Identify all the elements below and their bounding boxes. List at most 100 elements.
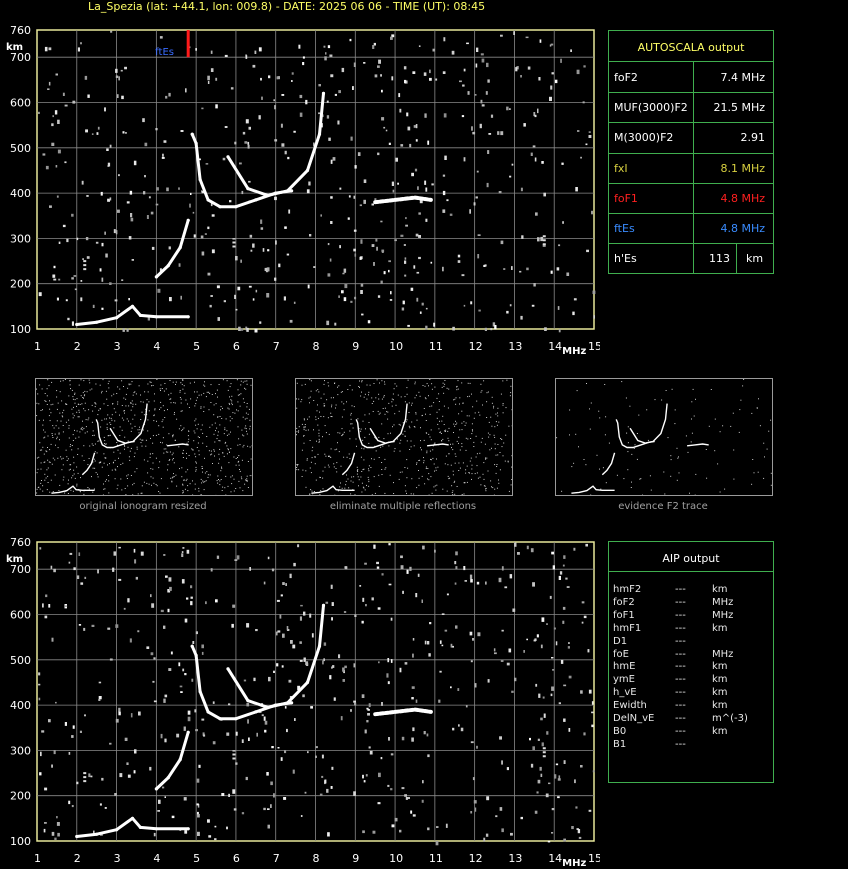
thumb-speck — [194, 488, 196, 490]
thumb-speck — [188, 455, 190, 456]
thumb-speck — [72, 398, 74, 400]
noise-speck — [190, 192, 192, 195]
thumb-speck — [452, 470, 454, 472]
thumb-speck — [147, 430, 149, 432]
autoscala-value: 4.8 MHz — [720, 191, 765, 205]
thumb-speck — [140, 442, 142, 444]
thumb-speck — [214, 441, 216, 443]
thumb-speck — [54, 433, 56, 435]
thumb-speck — [43, 419, 44, 421]
noise-speck — [558, 575, 561, 580]
thumb-speck — [764, 456, 765, 458]
thumb-speck — [328, 466, 330, 468]
thumb-speck — [239, 405, 241, 407]
thumb-speck — [106, 428, 108, 430]
noise-speck — [274, 105, 276, 110]
thumb-speck — [130, 383, 132, 385]
thumb-speck — [406, 419, 408, 421]
noise-speck — [539, 39, 542, 43]
noise-speck — [411, 697, 414, 700]
noise-speck — [190, 596, 193, 599]
noise-speck — [299, 94, 303, 99]
thumb-speck — [92, 430, 94, 432]
thumb-speck — [500, 438, 502, 439]
thumb-speck — [123, 410, 125, 412]
thumb-speck — [168, 433, 170, 435]
trace-point — [266, 705, 270, 709]
thumb-speck — [423, 462, 425, 464]
thumb-speck — [318, 438, 320, 440]
thumb-speck — [406, 459, 408, 461]
thumb-speck — [439, 420, 440, 422]
thumb-speck — [500, 393, 502, 395]
noise-speck — [443, 37, 446, 42]
thumb-speck — [380, 446, 382, 448]
thumb-speck — [36, 492, 38, 494]
thumb-speck — [121, 417, 123, 419]
thumb-speck — [97, 476, 99, 478]
thumb-speck — [310, 390, 312, 392]
thumb-speck — [209, 474, 211, 476]
thumb-speck — [76, 430, 78, 432]
noise-speck — [506, 767, 509, 771]
thumb-speck — [152, 385, 154, 386]
autoscala-col-divider — [693, 62, 694, 93]
noise-speck — [215, 599, 218, 603]
noise-speck — [388, 269, 390, 273]
thumb-speck — [193, 440, 195, 442]
noise-speck — [97, 126, 100, 130]
thumb-speck — [442, 438, 444, 440]
thumb-speck — [84, 390, 86, 392]
noise-speck — [376, 561, 379, 565]
thumb-speck — [445, 455, 447, 457]
thumb-speck — [665, 390, 667, 391]
thumb-speck — [150, 381, 152, 383]
thumb-speck — [202, 480, 204, 482]
thumb-speck — [505, 434, 507, 436]
thumb-speck — [338, 385, 340, 387]
thumb-speck — [338, 451, 340, 453]
noise-speck — [338, 654, 341, 659]
thumb-speck — [440, 433, 442, 434]
thumb-speck — [160, 384, 162, 386]
trace-point — [178, 245, 182, 250]
noise-speck — [252, 298, 255, 301]
noise-speck — [510, 832, 513, 836]
noise-speck — [454, 561, 457, 565]
thumb-speck — [738, 431, 740, 433]
thumb-speck — [109, 422, 111, 424]
noise-speck — [282, 633, 285, 638]
noise-speck — [343, 611, 347, 613]
thumb-speck — [363, 448, 365, 450]
thumb-speck — [209, 426, 211, 428]
noise-speck — [330, 159, 333, 164]
thumb-speck — [148, 410, 150, 412]
thumb-speck — [39, 442, 41, 444]
noise-speck — [51, 831, 55, 836]
noise-speck — [487, 679, 490, 683]
thumb-speck — [458, 462, 460, 464]
thumb-speck — [461, 429, 463, 431]
noise-speck — [327, 832, 330, 837]
autoscala-value: 4.8 MHz — [720, 222, 765, 235]
noise-speck — [342, 272, 345, 275]
thumb-speck — [428, 385, 429, 387]
thumb-speck — [249, 428, 251, 430]
noise-speck — [91, 133, 94, 135]
noise-speck — [568, 728, 571, 732]
noise-speck — [387, 681, 390, 685]
aip-value: --- — [675, 609, 686, 621]
thumb-speck — [74, 477, 76, 479]
thumb-speck — [407, 467, 409, 469]
thumb-speck — [453, 432, 454, 433]
noise-speck — [163, 140, 167, 143]
thumb-speck — [356, 466, 358, 468]
noise-speck — [426, 733, 429, 737]
autoscala-label: M(3000)F2 — [614, 131, 674, 145]
noise-speck — [307, 284, 310, 289]
noise-speck — [562, 620, 565, 624]
thumb-speck — [491, 425, 493, 427]
noise-speck — [511, 163, 514, 166]
noise-speck — [246, 702, 250, 707]
noise-speck — [467, 91, 470, 95]
